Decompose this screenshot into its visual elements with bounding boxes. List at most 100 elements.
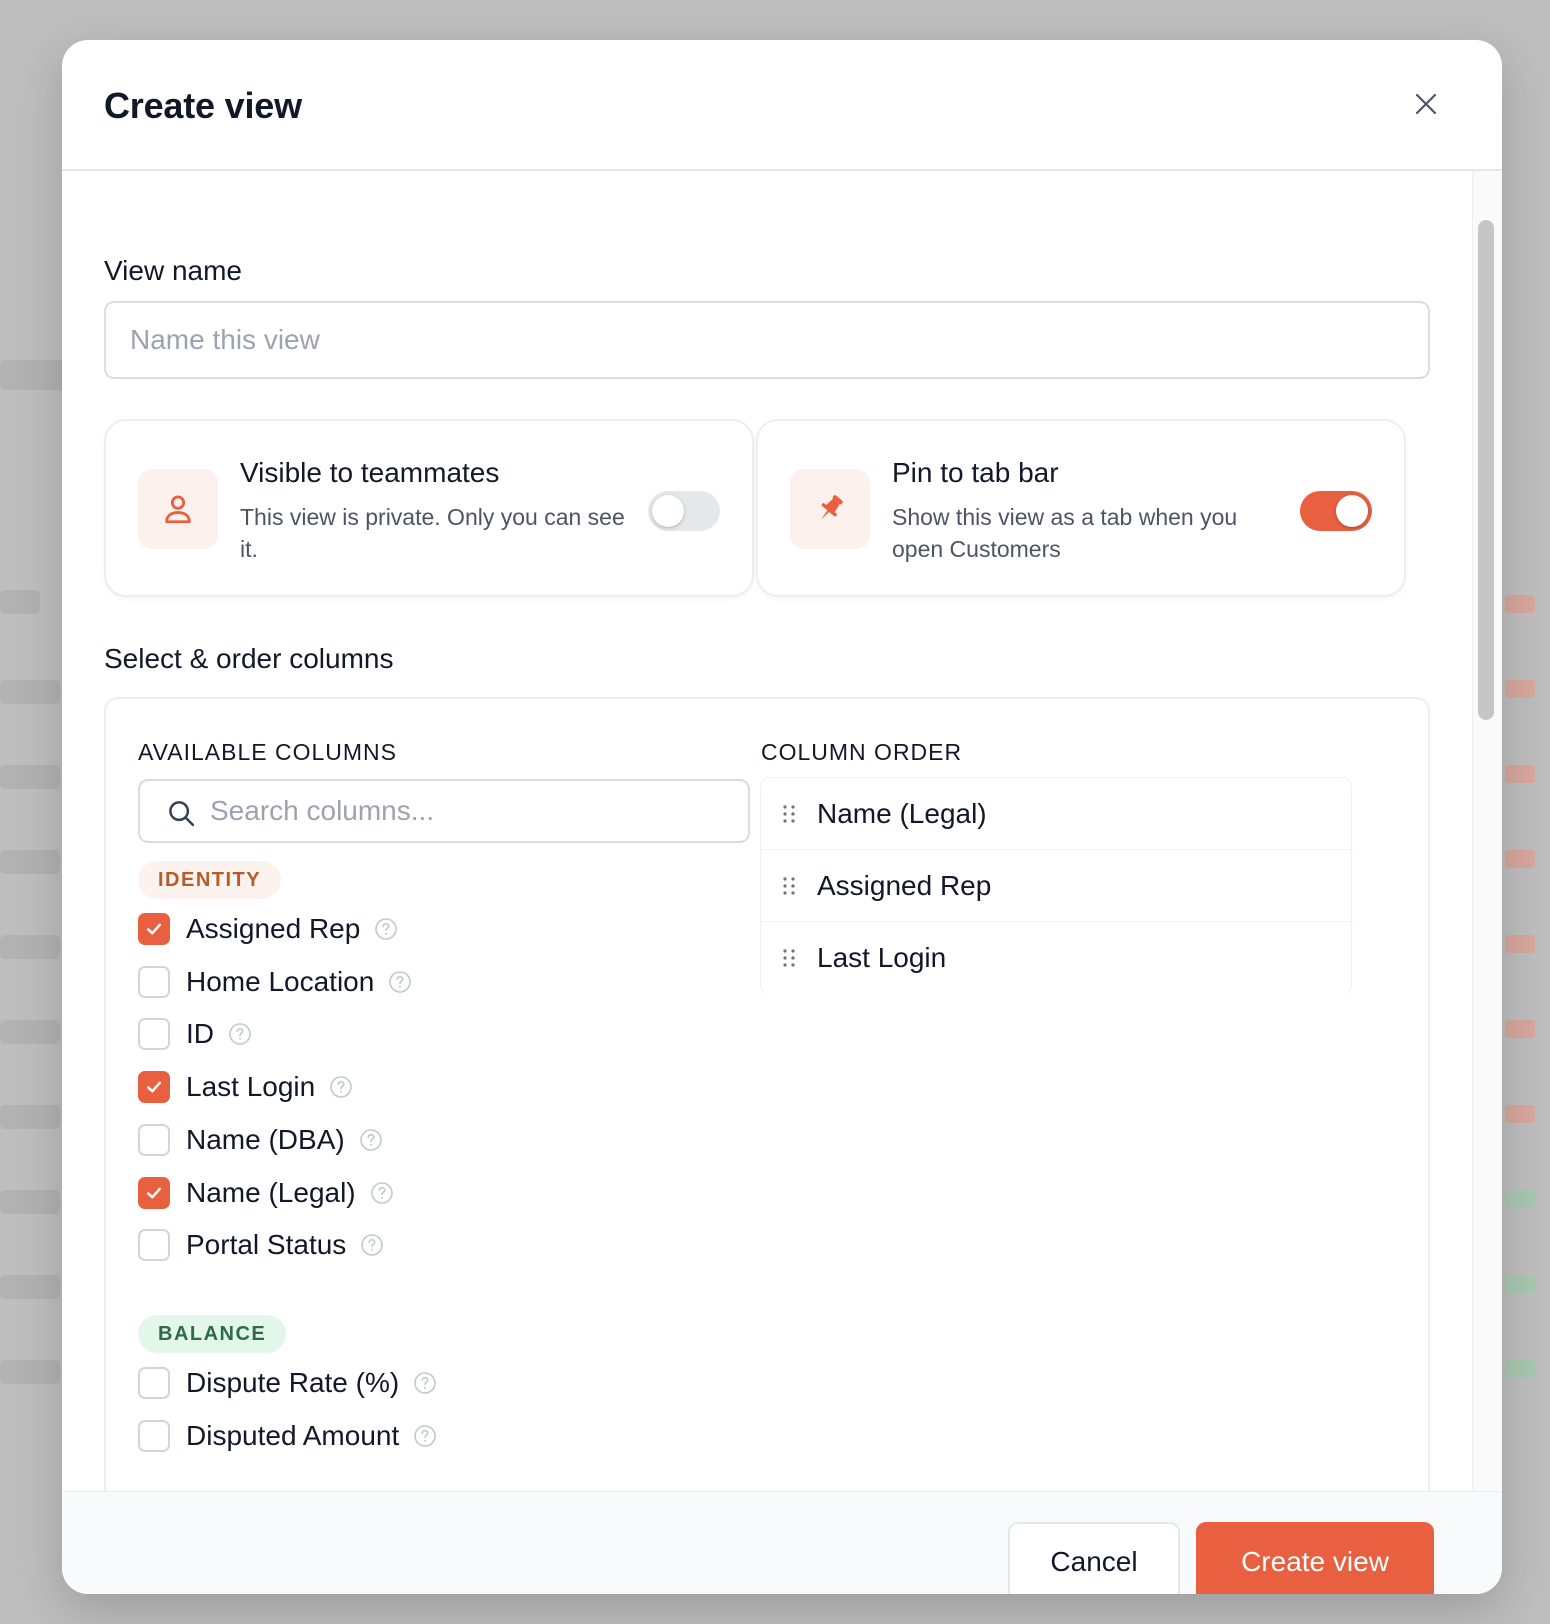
backdrop-accent <box>1505 935 1535 953</box>
column-checkbox-row[interactable]: Assigned Rep <box>138 909 398 949</box>
visibility-icon-tile <box>138 469 218 549</box>
column-order-item[interactable]: Last Login <box>761 922 1353 994</box>
drag-handle-icon[interactable] <box>779 802 799 826</box>
checkbox-checked[interactable] <box>138 1071 170 1104</box>
drag-handle-icon[interactable] <box>779 946 799 970</box>
column-order-label: Last Login <box>817 942 947 973</box>
checkbox-unchecked[interactable] <box>138 1123 170 1156</box>
column-label: ID <box>186 1018 214 1050</box>
backdrop-shape <box>0 1105 60 1129</box>
column-label: Assigned Rep <box>186 913 361 944</box>
scrollbar-thumb[interactable] <box>1478 220 1494 720</box>
help-icon[interactable] <box>374 917 398 941</box>
backdrop-shape <box>0 1020 60 1044</box>
drag-handle-icon[interactable] <box>779 874 799 898</box>
column-checkbox-row[interactable]: ID <box>138 1014 252 1054</box>
create-view-dialog: Create view View name Visible to teammat… <box>62 40 1502 1594</box>
visible-to-teammates-title: Visible to teammates <box>240 457 500 488</box>
backdrop-shape <box>0 850 60 874</box>
pin-to-tab-bar-title: Pin to tab bar <box>892 457 1059 488</box>
help-icon[interactable] <box>413 1424 437 1448</box>
backdrop-accent <box>1505 1360 1535 1378</box>
view-name-label: View name <box>104 255 243 286</box>
visible-to-teammates-description: This view is private. Only you can see i… <box>240 504 625 562</box>
backdrop-shape <box>0 935 60 959</box>
column-label: Portal Status <box>186 1229 347 1261</box>
checkbox-unchecked[interactable] <box>138 1419 170 1452</box>
cancel-button[interactable]: Cancel <box>1008 1522 1180 1594</box>
help-icon[interactable] <box>228 1022 252 1046</box>
column-label: Home Location <box>186 965 375 997</box>
view-name-input[interactable] <box>104 301 1430 379</box>
help-icon[interactable] <box>329 1075 353 1099</box>
help-icon[interactable] <box>360 1233 384 1257</box>
column-order-label: Name (Legal) <box>817 797 987 829</box>
column-order-label: Assigned Rep <box>817 869 992 901</box>
backdrop-shape <box>0 360 70 390</box>
backdrop-shape <box>0 1275 60 1299</box>
pin-to-tab-bar-card: Pin to tab bar Show this view as a tab w… <box>756 419 1406 597</box>
column-order-list: Name (Legal) Assigned Rep Last Login <box>760 777 1353 995</box>
user-icon <box>165 495 191 524</box>
column-checkbox-row[interactable]: Last Login <box>138 1067 353 1107</box>
column-checkbox-row[interactable]: Disputed Amount <box>138 1416 437 1456</box>
backdrop-accent <box>1505 1275 1535 1293</box>
help-icon[interactable] <box>359 1128 383 1152</box>
column-order-item[interactable]: Assigned Rep <box>761 850 1353 922</box>
checkbox-unchecked[interactable] <box>138 1018 170 1051</box>
help-icon[interactable] <box>388 970 412 994</box>
column-search <box>138 779 750 843</box>
group-badge-balance: BALANCE <box>138 1315 287 1353</box>
dialog-footer: Cancel Create view <box>62 1491 1502 1594</box>
backdrop-accent <box>1505 1190 1535 1208</box>
column-checkbox-row[interactable]: Name (Legal) <box>138 1173 394 1213</box>
column-label: Dispute Rate (%) <box>186 1367 400 1398</box>
columns-panel: AVAILABLE COLUMNS COLUMN ORDER IDENTITY … <box>104 697 1430 1491</box>
backdrop-accent <box>1505 595 1535 613</box>
checkbox-unchecked[interactable] <box>138 1367 170 1399</box>
dialog-body[interactable]: View name Visible to teammates This view… <box>62 171 1472 1491</box>
visible-to-teammates-card: Visible to teammates This view is privat… <box>104 419 754 597</box>
help-icon[interactable] <box>370 1181 394 1205</box>
checkbox-unchecked[interactable] <box>138 1229 170 1262</box>
column-checkbox-row[interactable]: Name (DBA) <box>138 1120 383 1160</box>
checkbox-unchecked[interactable] <box>138 965 170 998</box>
create-view-button[interactable]: Create view <box>1196 1522 1434 1594</box>
backdrop-accent <box>1505 765 1535 783</box>
column-checkbox-row[interactable]: Portal Status <box>138 1225 384 1265</box>
close-button[interactable] <box>1406 84 1446 124</box>
search-icon <box>169 801 195 827</box>
checkbox-checked[interactable] <box>138 913 170 945</box>
backdrop-shape <box>0 765 60 789</box>
backdrop-shape <box>0 1190 60 1214</box>
column-label: Last Login <box>186 1071 316 1103</box>
backdrop-accent <box>1505 850 1535 868</box>
backdrop-shape <box>0 1360 60 1384</box>
toggle-knob <box>652 495 684 527</box>
column-checkbox-row[interactable]: Home Location <box>138 962 412 1002</box>
column-label: Name (Legal) <box>186 1176 356 1208</box>
pin-icon <box>820 495 843 520</box>
column-order-item[interactable]: Name (Legal) <box>761 778 1353 850</box>
toggle-knob <box>1336 495 1368 527</box>
dialog-title: Create view <box>104 85 302 126</box>
backdrop-shape <box>0 680 60 704</box>
close-icon <box>1415 93 1437 115</box>
column-search-input[interactable] <box>210 781 740 841</box>
group-badge-identity: IDENTITY <box>138 861 282 899</box>
backdrop-accent <box>1505 1020 1535 1038</box>
pin-to-tab-bar-description: Show this view as a tab when you open Cu… <box>892 504 1238 562</box>
dialog-header: Create view <box>62 40 1502 171</box>
pin-icon-tile <box>790 469 870 549</box>
column-checkbox-row[interactable]: Dispute Rate (%) <box>138 1363 437 1403</box>
visible-to-teammates-toggle[interactable] <box>648 491 720 531</box>
backdrop-accent <box>1505 680 1535 698</box>
column-label: Name (DBA) <box>186 1123 345 1155</box>
columns-section-label: Select & order columns <box>104 643 394 674</box>
check-icon <box>146 1081 162 1093</box>
backdrop-accent <box>1505 1105 1535 1123</box>
pin-to-tab-bar-toggle[interactable] <box>1300 491 1372 531</box>
backdrop-shape <box>0 590 40 614</box>
help-icon[interactable] <box>413 1371 437 1395</box>
checkbox-checked[interactable] <box>138 1176 170 1209</box>
